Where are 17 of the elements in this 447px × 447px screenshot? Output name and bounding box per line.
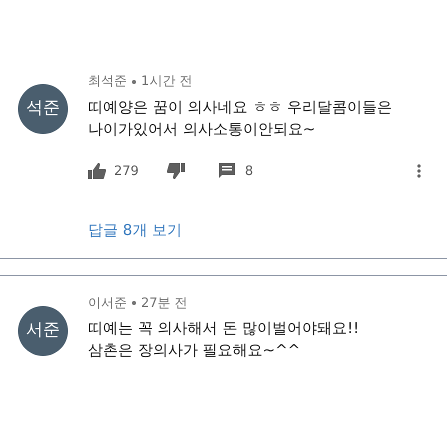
avatar[interactable]: 서준 (18, 306, 68, 356)
comment-time: 1시간 전 (141, 73, 192, 91)
separator-dot-icon (132, 301, 136, 306)
avatar[interactable]: 석준 (18, 84, 68, 134)
comment-text: 띠예는 꼭 의사해서 돈 많이벌어야돼요!! 삼촌은 장의사가 필요해요~^^ (88, 318, 360, 361)
comment-time: 27분 전 (141, 294, 188, 312)
separator-dot-icon (132, 80, 136, 84)
comment-icon[interactable] (218, 163, 235, 180)
like-count: 279 (114, 162, 139, 180)
more-icon[interactable] (417, 164, 421, 178)
comment-text: 띠예양은 꿈이 의사네요 ㅎㅎ 우리달콤이들은 나이가있어서 의사소통이안되요~ (88, 96, 394, 140)
dislike-icon[interactable] (166, 163, 185, 180)
author-name: 이서준 (88, 294, 127, 312)
author-name: 최석준 (88, 73, 127, 91)
like-icon[interactable] (88, 163, 106, 180)
view-replies-link[interactable]: 답글 8개 보기 (88, 219, 182, 242)
reply-count: 8 (244, 162, 254, 180)
